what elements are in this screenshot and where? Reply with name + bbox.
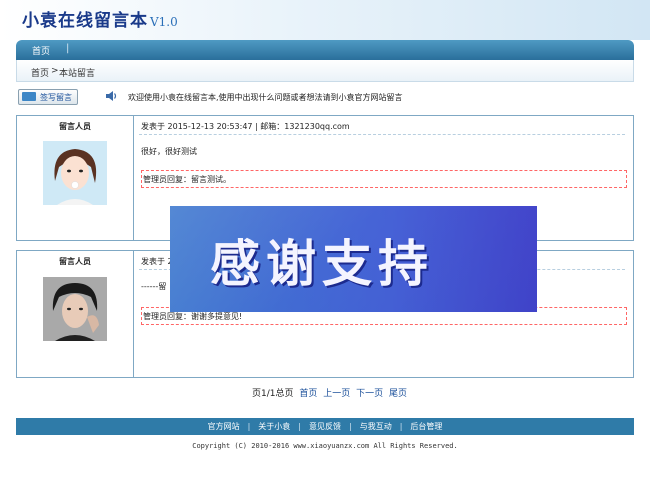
page-prev-link[interactable]: 上一页 bbox=[323, 389, 350, 399]
site-version: V1.0 bbox=[150, 15, 178, 29]
footer-separator: | bbox=[349, 422, 352, 431]
message-meta: 发表于 2015-12-13 20:53:47 | 邮箱：1321230qq.c… bbox=[141, 122, 350, 131]
footer-link-interact[interactable]: 与我互动 bbox=[360, 422, 392, 431]
page-last-link[interactable]: 尾页 bbox=[389, 389, 407, 399]
page-next-link[interactable]: 下一页 bbox=[356, 389, 383, 399]
admin-reply-text: 管理员回复：谢谢多提意见! bbox=[143, 312, 243, 321]
message-author-panel: 留言人员 bbox=[17, 116, 134, 240]
divider bbox=[139, 134, 625, 135]
overlay-text: 感谢支持 bbox=[210, 235, 434, 293]
breadcrumb-separator: > bbox=[51, 66, 59, 76]
footer-link-feedback[interactable]: 意见反馈 bbox=[309, 422, 341, 431]
footer-separator: | bbox=[399, 422, 403, 431]
breadcrumb-current: 本站留言 bbox=[59, 69, 96, 79]
welcome-notice: 欢迎使用小袁在线留言本,使用中出现什么问题或者想法请到小袁官方网站留言 bbox=[128, 93, 403, 102]
message-meta: 发表于 2 bbox=[141, 257, 173, 266]
site-header: 小袁在线留言本 V1.0 bbox=[0, 0, 650, 40]
pagination: 页1/1总页 首页 上一页 下一页 尾页 bbox=[252, 386, 407, 399]
speaker-icon bbox=[106, 91, 117, 101]
author-label: 留言人员 bbox=[59, 122, 91, 131]
main-nav: 首页 | bbox=[16, 40, 634, 60]
avatar-female bbox=[43, 141, 107, 205]
copyright: Copyright (C) 2010-2016 www.xiaoyuanzx.c… bbox=[192, 442, 458, 450]
breadcrumb: 首页 > 本站留言 bbox=[16, 60, 634, 82]
admin-reply: 管理员回复：留言测试。 bbox=[141, 170, 627, 188]
breadcrumb-home[interactable]: 首页 bbox=[31, 66, 49, 79]
avatar-male bbox=[43, 277, 107, 341]
nav-separator: | bbox=[66, 43, 70, 54]
nav-item-home[interactable]: 首页 bbox=[32, 44, 50, 57]
author-label: 留言人员 bbox=[59, 257, 91, 266]
pen-icon bbox=[22, 92, 36, 101]
write-message-label: 签写留言 bbox=[40, 93, 72, 102]
thanks-overlay-banner: 感谢支持 bbox=[170, 206, 537, 312]
footer-separator: | bbox=[247, 422, 251, 431]
footer-link-about[interactable]: 关于小袁 bbox=[258, 422, 290, 431]
footer-nav: 官方网站 | 关于小袁 | 意见反馈 | 与我互动 | 后台管理 bbox=[16, 418, 634, 435]
message-body: 很好，很好测试 bbox=[141, 147, 197, 156]
page-summary: 页1/1总页 bbox=[252, 389, 294, 399]
message-body: ------留 bbox=[141, 282, 167, 291]
write-message-button[interactable]: 签写留言 bbox=[18, 89, 78, 105]
footer-link-admin[interactable]: 后台管理 bbox=[410, 422, 442, 431]
page-first-link[interactable]: 首页 bbox=[299, 389, 317, 399]
admin-reply-text: 管理员回复：留言测试。 bbox=[143, 175, 231, 184]
site-logo[interactable]: 小袁在线留言本 V1.0 bbox=[22, 6, 178, 31]
footer-separator: | bbox=[298, 422, 301, 431]
site-title: 小袁在线留言本 bbox=[22, 11, 148, 31]
message-author-panel: 留言人员 bbox=[17, 251, 134, 377]
toolbar: 签写留言 欢迎使用小袁在线留言本,使用中出现什么问题或者想法请到小袁官方网站留言 bbox=[18, 89, 634, 107]
footer-link-official[interactable]: 官方网站 bbox=[208, 422, 240, 431]
